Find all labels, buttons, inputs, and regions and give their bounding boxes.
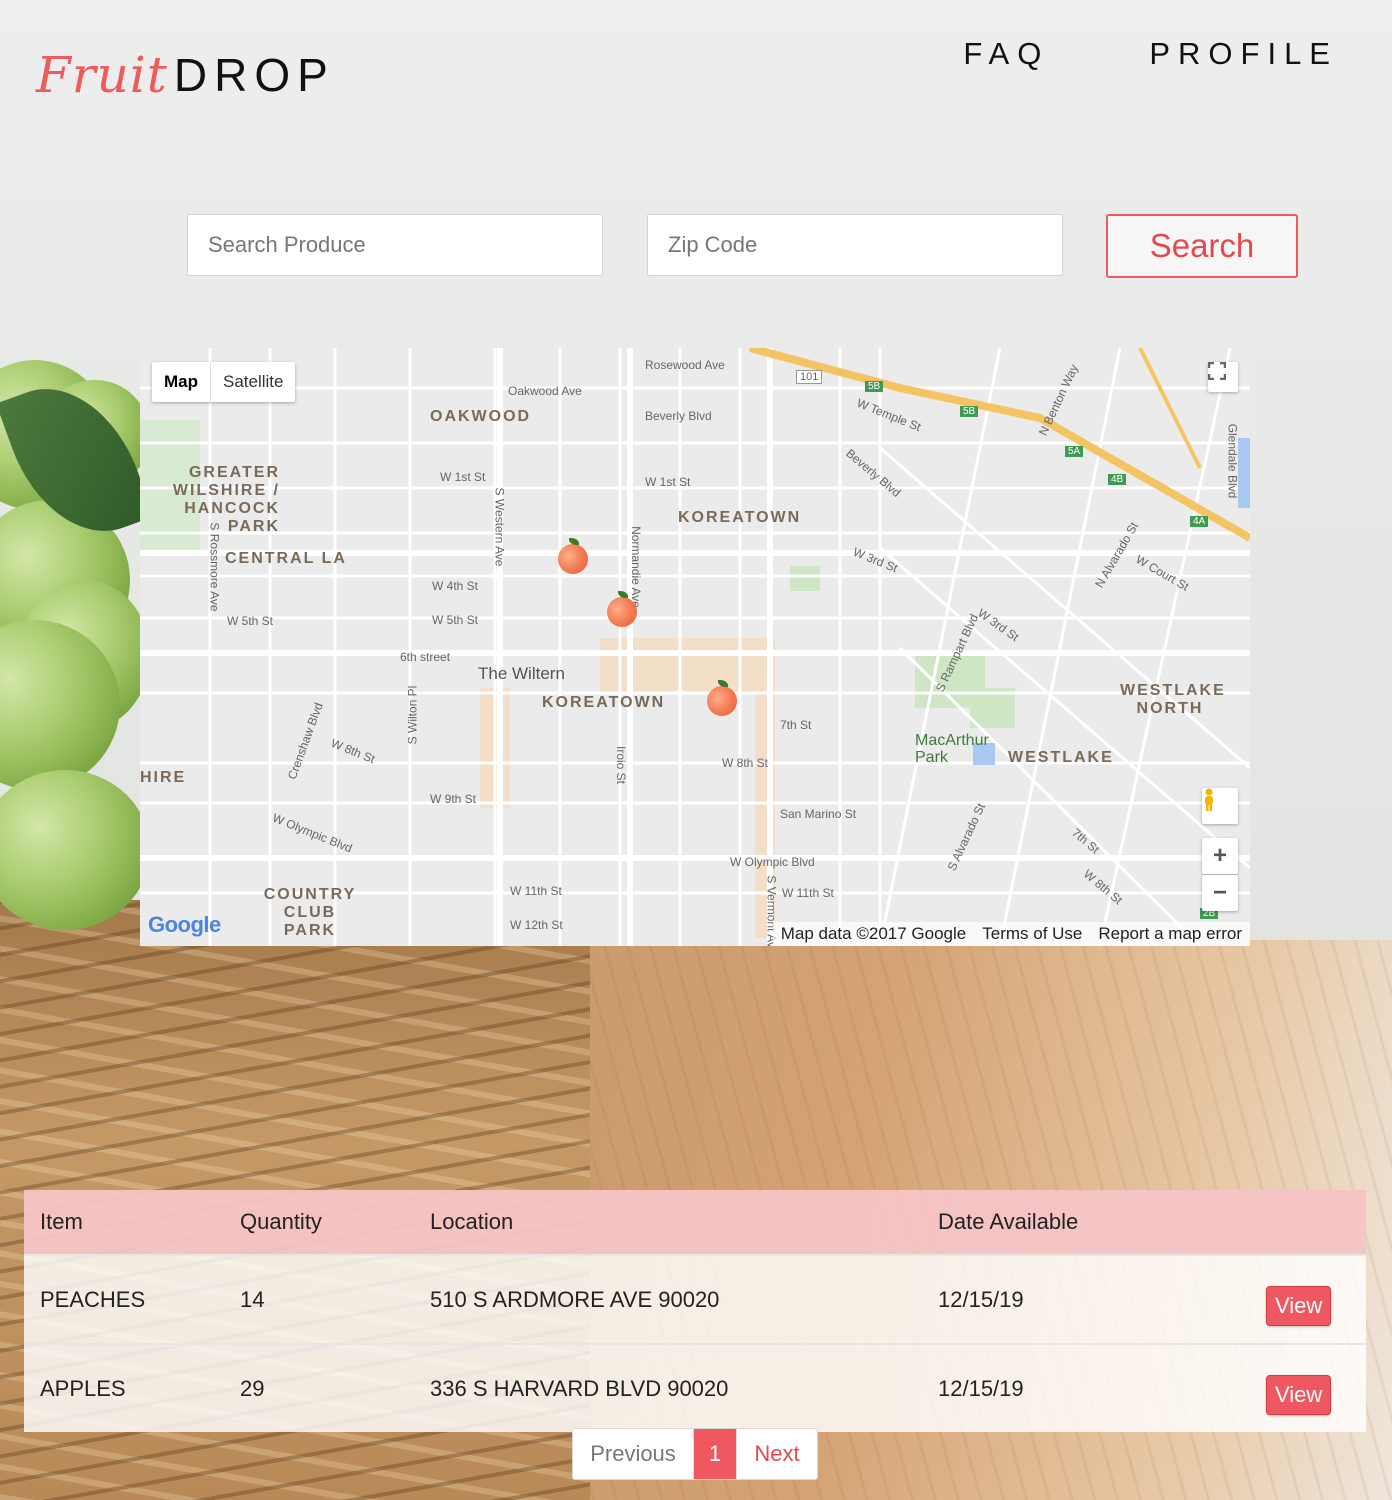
column-header-date: Date Available: [922, 1190, 1202, 1255]
map-label-koreatown: KOREATOWN: [542, 694, 666, 711]
zip-code-input[interactable]: [647, 214, 1063, 276]
map-street-label: Iroio St: [614, 745, 629, 785]
map-street-label: W 1st St: [440, 470, 486, 484]
column-header-location: Location: [414, 1190, 922, 1255]
map-label-oakwood: OAKWOOD: [430, 408, 532, 425]
highway-shield: 4A: [1190, 516, 1209, 527]
map-label-hire: HIRE: [140, 769, 187, 786]
cell-action: View: [1202, 1254, 1366, 1344]
next-page-button[interactable]: Next: [736, 1429, 817, 1479]
column-header-quantity: Quantity: [224, 1190, 414, 1255]
cell-item: APPLES: [24, 1343, 224, 1432]
map-label-westlake: WESTLAKE: [1008, 749, 1114, 766]
map-label-central-la: CENTRAL LA: [225, 550, 347, 567]
logo-script: Fruit: [36, 46, 168, 104]
map-marker-peach[interactable]: [707, 680, 737, 716]
map[interactable]: OAKWOOD GREATER WILSHIRE / HANCOCK PARK …: [140, 348, 1250, 946]
view-button[interactable]: View: [1266, 1374, 1332, 1415]
map-street-label: 7th St: [780, 718, 812, 732]
map-street-label: San Marino St: [780, 807, 857, 821]
map-street-label: W 5th St: [432, 613, 479, 627]
map-street-label: W 9th St: [430, 792, 477, 806]
logo[interactable]: Fruit DROP: [36, 30, 335, 100]
map-street-label: W 12th St: [510, 918, 563, 932]
highway-shield: 5B: [960, 406, 979, 417]
map-street-label: W 11th St: [510, 884, 562, 898]
google-logo: Google: [148, 912, 221, 937]
map-street-label: Glendale Blvd: [1225, 423, 1240, 499]
map-street-label: W Olympic Blvd: [730, 855, 815, 869]
zoom-out-button[interactable]: −: [1202, 875, 1238, 911]
map-data-credit: Map data ©2017 Google: [780, 924, 967, 943]
map-street-label: Oakwood Ave: [508, 384, 582, 398]
cell-action: View: [1202, 1343, 1366, 1432]
column-header-action: [1202, 1190, 1366, 1255]
map-place-macarthur-park: MacArthur Park: [915, 732, 989, 766]
cell-quantity: 29: [224, 1343, 414, 1432]
table-row: APPLES 29 336 S HARVARD BLVD 90020 12/15…: [24, 1343, 1366, 1432]
current-page-button[interactable]: 1: [694, 1429, 736, 1479]
map-street-label: S Rossmore Ave: [207, 522, 222, 612]
terms-of-use-link[interactable]: Terms of Use: [974, 922, 1090, 946]
map-street-label: Normandie Ave: [628, 526, 643, 608]
logo-text: DROP: [173, 49, 335, 101]
map-street-label: Rosewood Ave: [645, 358, 725, 372]
view-button[interactable]: View: [1266, 1285, 1332, 1326]
search-produce-input[interactable]: [187, 214, 603, 276]
fullscreen-icon[interactable]: [1208, 362, 1238, 392]
highway-shield: 5A: [1065, 446, 1084, 457]
map-type-map[interactable]: Map: [152, 362, 211, 402]
cell-quantity: 14: [224, 1254, 414, 1344]
map-label-koreatown-north: KOREATOWN: [678, 509, 802, 526]
map-label-country-club-park: COUNTRY CLUB PARK: [263, 886, 357, 939]
column-header-item: Item: [24, 1190, 224, 1255]
map-street-label: W 5th St: [227, 614, 274, 628]
map-attribution: Map data ©2017 Google Terms of Use Repor…: [772, 922, 1250, 946]
map-street-label: W 1st St: [645, 475, 691, 489]
map-type-control: Map Satellite: [152, 362, 296, 402]
map-street-label: W 4th St: [432, 579, 479, 593]
map-roads: [140, 348, 1250, 946]
map-street-label: 6th street: [400, 650, 451, 664]
zoom-in-button[interactable]: +: [1202, 838, 1238, 874]
nav-faq[interactable]: FAQ: [963, 36, 1049, 72]
map-type-satellite[interactable]: Satellite: [211, 362, 295, 402]
map-marker-peach[interactable]: [607, 591, 637, 627]
table-row: PEACHES 14 510 S ARDMORE AVE 90020 12/15…: [24, 1254, 1366, 1344]
map-street-label: S Wilton Pl: [405, 685, 420, 745]
main-nav: FAQ PROFILE: [963, 36, 1338, 72]
map-street-label: Beverly Blvd: [645, 409, 712, 423]
previous-page-button[interactable]: Previous: [573, 1429, 694, 1479]
table-header-row: Item Quantity Location Date Available: [24, 1190, 1366, 1255]
map-place-wiltern: The Wiltern: [478, 664, 565, 683]
cell-date: 12/15/19: [922, 1254, 1202, 1344]
highway-shield: 101: [796, 370, 823, 384]
cell-item: PEACHES: [24, 1254, 224, 1344]
cell-location: 510 S ARDMORE AVE 90020: [414, 1254, 922, 1344]
map-street-label: W 11th St: [782, 886, 834, 900]
search-button[interactable]: Search: [1106, 214, 1298, 278]
cell-location: 336 S HARVARD BLVD 90020: [414, 1343, 922, 1432]
results-table: Item Quantity Location Date Available PE…: [24, 1190, 1366, 1432]
nav-profile[interactable]: PROFILE: [1149, 36, 1338, 72]
report-map-error-link[interactable]: Report a map error: [1090, 922, 1250, 946]
pagination: Previous 1 Next: [572, 1428, 818, 1480]
highway-shield: 5B: [865, 381, 884, 392]
highway-shield: 4B: [1108, 474, 1127, 485]
street-view-pegman-icon[interactable]: [1202, 788, 1238, 824]
map-street-label: W 8th St: [722, 756, 769, 770]
cell-date: 12/15/19: [922, 1343, 1202, 1432]
map-street-label: S Western Ave: [492, 487, 507, 567]
map-label-westlake-north: WESTLAKE NORTH: [1120, 682, 1226, 717]
map-marker-peach[interactable]: [558, 538, 588, 574]
